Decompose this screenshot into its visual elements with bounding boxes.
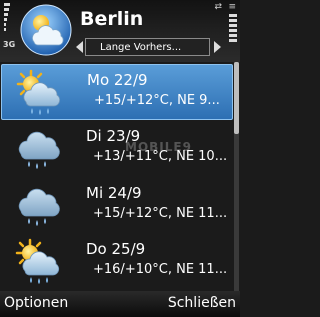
cloud-rain-icon — [13, 181, 63, 231]
options-softkey[interactable]: Optionen — [4, 295, 68, 311]
cloud-rain-icon — [13, 124, 63, 174]
title-bar: 3G ⇄ ≡ Berlin Lange Vorhers... — [0, 0, 240, 62]
tab-next-arrow-icon[interactable] — [214, 41, 221, 53]
tab-label: Lange Vorhers... — [100, 42, 182, 53]
connection-icon: ⇄ — [214, 2, 222, 12]
forecast-row[interactable]: Do 25/9 +16/+10°C, NE 11... — [1, 234, 233, 290]
forecast-date: Mi 24/9 — [86, 184, 142, 202]
sun-cloud-rain-icon — [14, 68, 64, 118]
scrollbar[interactable] — [234, 62, 239, 291]
forecast-date: Mo 22/9 — [87, 71, 148, 89]
forecast-detail: +16/+10°C, NE 11... — [93, 262, 228, 277]
tab-long-forecast[interactable]: Lange Vorhers... — [85, 38, 210, 56]
tab-prev-arrow-icon[interactable] — [76, 41, 83, 53]
menu-indicator-icon: ≡ — [228, 2, 236, 12]
battery-icon — [229, 14, 237, 44]
forecast-date: Do 25/9 — [86, 240, 146, 258]
signal-strength-icon — [4, 3, 10, 39]
forecast-row[interactable]: Mi 24/9 +15/+12°C, NE 11... — [1, 178, 233, 234]
forecast-detail: +15/+12°C, NE 11... — [93, 206, 228, 221]
sun-cloud-rain-icon — [13, 237, 63, 287]
watermark: MOBILE9 — [125, 140, 192, 154]
forecast-row[interactable]: Di 23/9 +13/+11°C, NE 10... — [1, 121, 233, 177]
close-softkey[interactable]: Schließen — [168, 295, 236, 311]
forecast-list: Mo 22/9 +15/+12°C, NE 9... Di 23/9 +13/+… — [0, 62, 240, 291]
network-type-label: 3G — [3, 40, 16, 49]
scrollbar-thumb[interactable] — [234, 62, 239, 134]
app-weather-icon — [20, 4, 72, 56]
city-title: Berlin — [80, 8, 144, 30]
softkey-bar: Optionen Schließen — [0, 291, 240, 317]
forecast-detail: +15/+12°C, NE 9... — [94, 93, 220, 108]
forecast-row[interactable]: Mo 22/9 +15/+12°C, NE 9... — [1, 64, 233, 120]
